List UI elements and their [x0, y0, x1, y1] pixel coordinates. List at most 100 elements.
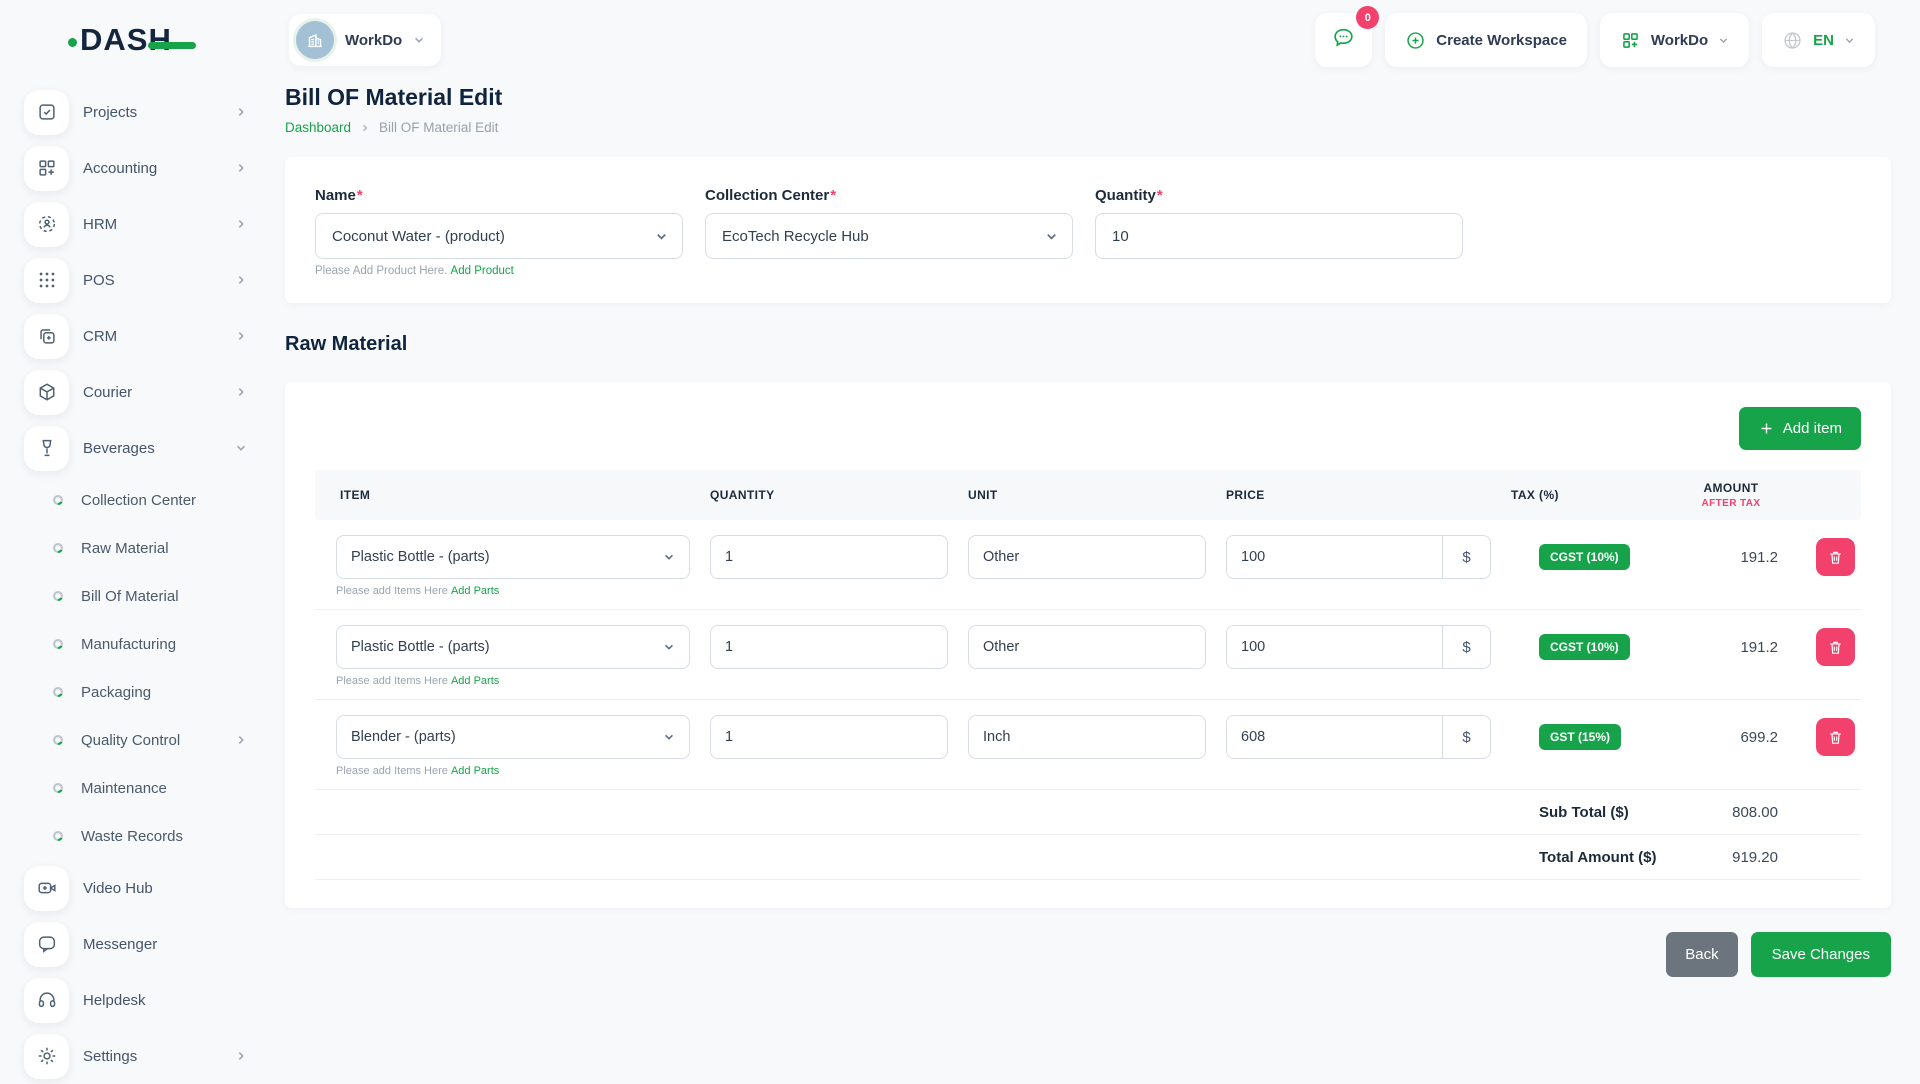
- add-parts-link[interactable]: Add Parts: [451, 765, 499, 777]
- logo-dot-icon: [68, 38, 77, 47]
- chevron-right-icon: [235, 162, 247, 174]
- breadcrumb-link-dashboard[interactable]: Dashboard: [285, 120, 351, 135]
- row-helper-text: Please add Items Here: [336, 585, 448, 597]
- tax-badge: CGST (10%): [1539, 544, 1630, 570]
- grid-plus-icon: [1620, 30, 1641, 51]
- topbar-actions: 0 Create Workspace WorkDo: [1315, 13, 1875, 67]
- name-helper-text: Please Add Product Here.: [315, 265, 447, 277]
- gear-icon: [24, 1034, 69, 1079]
- messages-button[interactable]: 0: [1315, 13, 1372, 67]
- sidebar-subitem-bill-of-material[interactable]: Bill Of Material: [0, 572, 285, 620]
- row-price-group: $: [1226, 715, 1491, 759]
- material-row: Plastic Bottle - (parts) Please add Item…: [315, 610, 1861, 700]
- sidebar-item-pos[interactable]: POS: [0, 252, 285, 308]
- sidebar-subitem-maintenance[interactable]: Maintenance: [0, 764, 285, 812]
- headset-icon: [24, 978, 69, 1023]
- sidebar-item-projects[interactable]: Projects: [0, 84, 285, 140]
- add-parts-link[interactable]: Add Parts: [451, 675, 499, 687]
- footer-actions: Back Save Changes: [285, 932, 1891, 997]
- sidebar-item-beverages[interactable]: Beverages: [0, 420, 285, 476]
- copy-icon: [24, 314, 69, 359]
- sidebar-item-settings[interactable]: Settings: [0, 1028, 285, 1084]
- sub-dot-icon: [52, 638, 64, 650]
- page-title: Bill OF Material Edit: [285, 84, 1891, 111]
- total-label: Sub Total ($): [1491, 804, 1666, 821]
- sub-dot-icon: [52, 782, 64, 794]
- language-button[interactable]: EN: [1762, 13, 1875, 67]
- row-unit-input[interactable]: [968, 625, 1206, 669]
- save-changes-button[interactable]: Save Changes: [1751, 932, 1891, 977]
- trash-icon: [1827, 639, 1844, 656]
- row-helper-text: Please add Items Here: [336, 675, 448, 687]
- sidebar-subitem-manufacturing[interactable]: Manufacturing: [0, 620, 285, 668]
- logo-text: DASH: [80, 22, 172, 58]
- sidebar: DASH ProjectsAccountingHRMPOSCRMCourierB…: [0, 0, 285, 1080]
- back-button[interactable]: Back: [1666, 932, 1737, 977]
- row-amount: 191.2: [1666, 625, 1796, 669]
- grid-plus-icon: [24, 146, 69, 191]
- row-price-input[interactable]: [1227, 716, 1442, 758]
- sidebar-item-accounting[interactable]: Accounting: [0, 140, 285, 196]
- logo-bar-icon: [148, 42, 196, 49]
- table-totals: Sub Total ($)808.00Total Amount ($)919.2…: [315, 790, 1861, 880]
- workspace-chip[interactable]: WorkDo: [289, 14, 441, 66]
- row-unit-input[interactable]: [968, 535, 1206, 579]
- video-icon: [24, 866, 69, 911]
- item-select[interactable]: Blender - (parts): [336, 715, 690, 759]
- sidebar-subitem-raw-material[interactable]: Raw Material: [0, 524, 285, 572]
- chevron-down-icon: [1844, 35, 1855, 46]
- delete-row-button[interactable]: [1816, 628, 1855, 666]
- name-select[interactable]: Coconut Water - (product): [315, 213, 683, 259]
- sidebar-item-messenger[interactable]: Messenger: [0, 916, 285, 972]
- sidebar-item-video-hub[interactable]: Video Hub: [0, 860, 285, 916]
- row-quantity-input[interactable]: [710, 535, 948, 579]
- chevron-right-icon: [235, 386, 247, 398]
- item-select[interactable]: Plastic Bottle - (parts): [336, 535, 690, 579]
- row-unit-input[interactable]: [968, 715, 1206, 759]
- add-product-link[interactable]: Add Product: [451, 265, 514, 277]
- plus-circle-icon: [1405, 30, 1426, 51]
- sidebar-subitem-quality-control[interactable]: Quality Control: [0, 716, 285, 764]
- breadcrumb: DashboardBill OF Material Edit: [285, 120, 1891, 135]
- sidebar-item-helpdesk[interactable]: Helpdesk: [0, 972, 285, 1028]
- currency-suffix: $: [1442, 716, 1490, 758]
- workspace-menu-button[interactable]: WorkDo: [1600, 13, 1749, 67]
- collection-center-select[interactable]: EcoTech Recycle Hub: [705, 213, 1073, 259]
- create-workspace-button[interactable]: Create Workspace: [1385, 13, 1587, 67]
- row-quantity-input[interactable]: [710, 715, 948, 759]
- workspace-chip-label: WorkDo: [345, 32, 402, 49]
- currency-suffix: $: [1442, 626, 1490, 668]
- chevron-right-icon: [235, 106, 247, 118]
- trash-icon: [1827, 729, 1844, 746]
- chevron-down-icon: [1718, 35, 1729, 46]
- total-label: Total Amount ($): [1491, 849, 1666, 866]
- row-price-group: $: [1226, 535, 1491, 579]
- sidebar-item-hrm[interactable]: HRM: [0, 196, 285, 252]
- delete-row-button[interactable]: [1816, 718, 1855, 756]
- add-item-button[interactable]: Add item: [1739, 407, 1861, 450]
- sidebar-subitem-waste-records[interactable]: Waste Records: [0, 812, 285, 860]
- row-price-input[interactable]: [1227, 536, 1442, 578]
- delete-row-button[interactable]: [1816, 538, 1855, 576]
- table-header-row: ITEMQUANTITYUNITPRICETAX (%)AMOUNTAFTER …: [315, 470, 1861, 520]
- sidebar-item-crm[interactable]: CRM: [0, 308, 285, 364]
- sidebar-subitem-collection-center[interactable]: Collection Center: [0, 476, 285, 524]
- dash-logo[interactable]: DASH: [0, 18, 285, 62]
- chevron-down-icon: [663, 641, 675, 653]
- after-tax-subheader: AFTER TAX: [1666, 498, 1796, 509]
- messages-badge: 0: [1356, 6, 1379, 29]
- add-parts-link[interactable]: Add Parts: [451, 585, 499, 597]
- chevron-right-icon: [235, 1050, 247, 1062]
- quantity-input[interactable]: [1095, 213, 1463, 259]
- sub-dot-icon: [52, 494, 64, 506]
- chevron-right-icon: [235, 218, 247, 230]
- item-select[interactable]: Plastic Bottle - (parts): [336, 625, 690, 669]
- sidebar-subitem-packaging[interactable]: Packaging: [0, 668, 285, 716]
- column-header-tax: TAX (%): [1491, 488, 1666, 502]
- row-price-input[interactable]: [1227, 626, 1442, 668]
- sidebar-item-courier[interactable]: Courier: [0, 364, 285, 420]
- row-quantity-input[interactable]: [710, 625, 948, 669]
- tax-badge: GST (15%): [1539, 724, 1621, 750]
- chevron-right-icon: [235, 330, 247, 342]
- glass-icon: [24, 426, 69, 471]
